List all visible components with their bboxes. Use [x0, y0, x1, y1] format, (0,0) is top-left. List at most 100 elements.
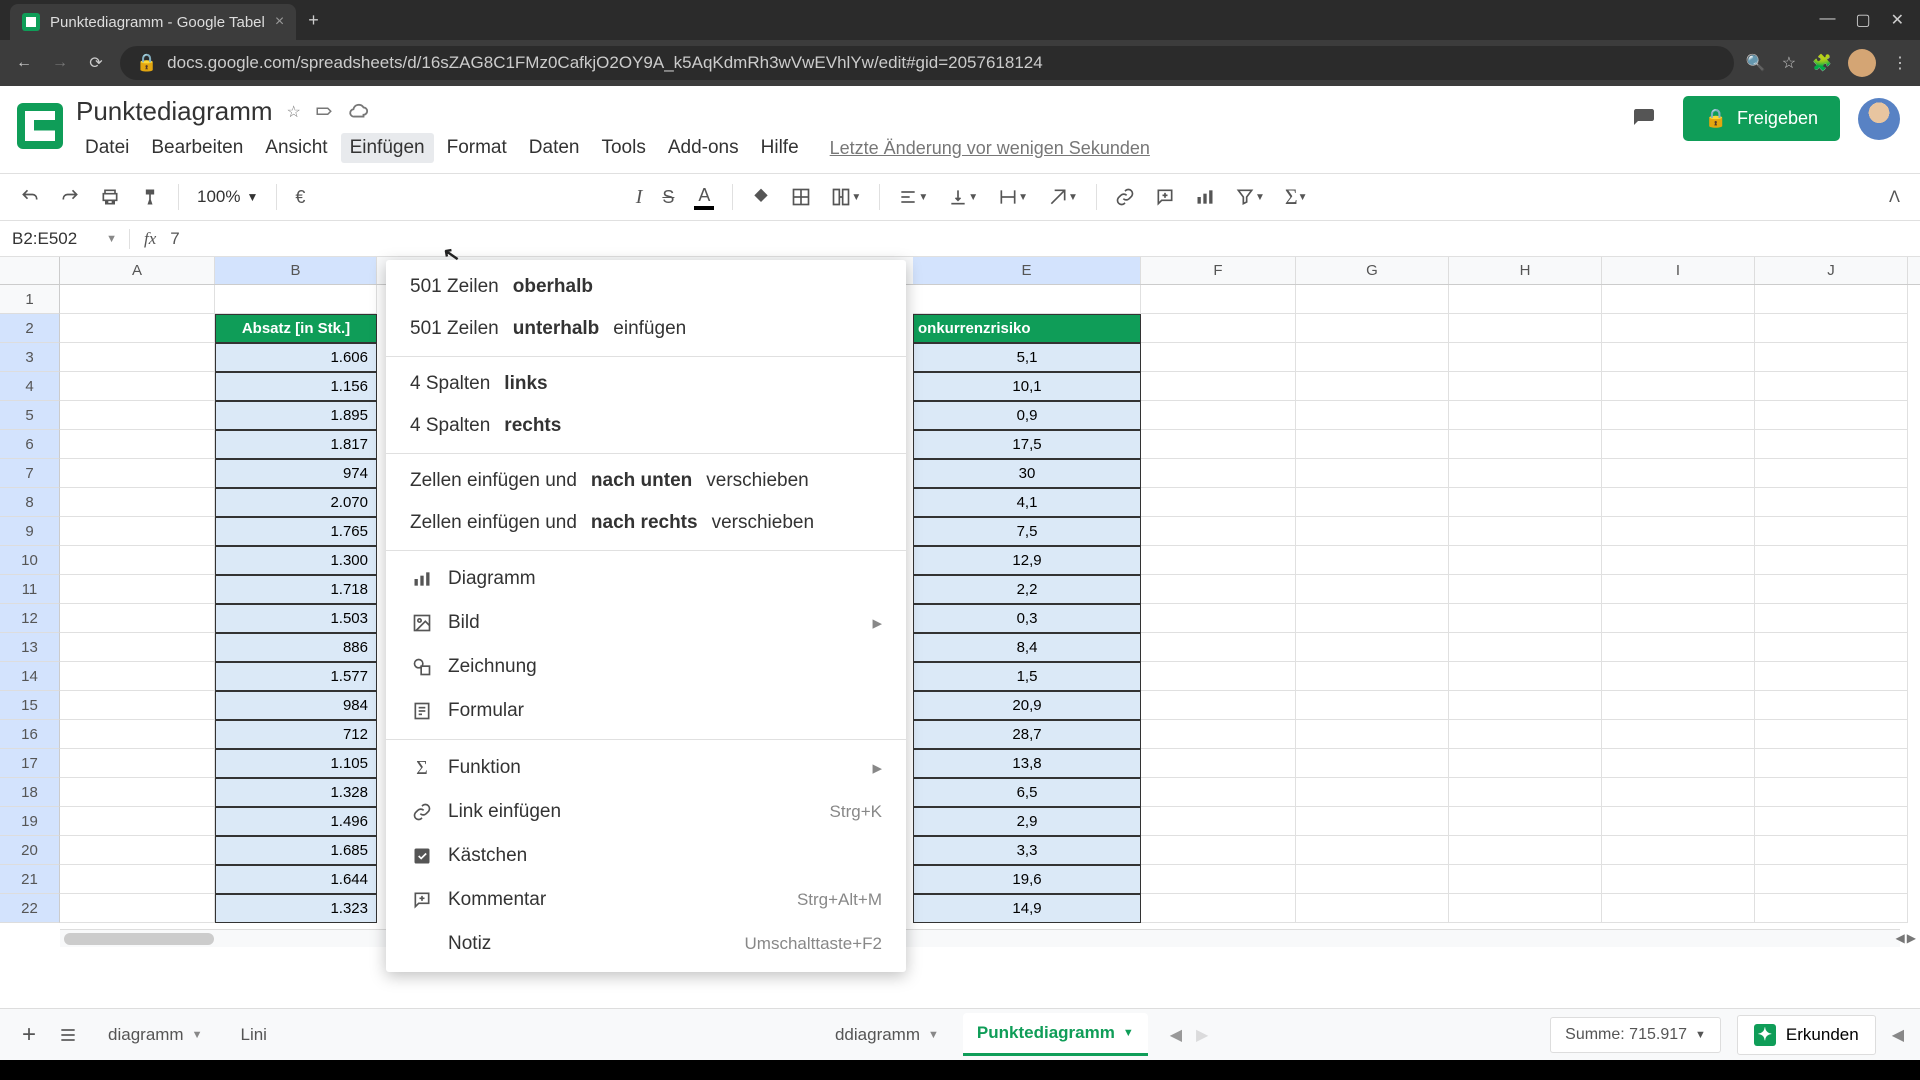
cell[interactable]: [1141, 749, 1296, 778]
cell[interactable]: 10,1: [913, 372, 1141, 401]
filter-icon[interactable]: ▼: [1229, 181, 1271, 213]
cell[interactable]: 0,9: [913, 401, 1141, 430]
cell[interactable]: Absatz [in Stk.]: [215, 314, 377, 343]
cell[interactable]: [1141, 401, 1296, 430]
insert-cells-right[interactable]: Zellen einfügen und nach rechts verschie…: [386, 502, 906, 544]
cell[interactable]: [1602, 662, 1755, 691]
cell[interactable]: 1.718: [215, 575, 377, 604]
cell[interactable]: 1.685: [215, 836, 377, 865]
cell[interactable]: 5,1: [913, 343, 1141, 372]
insert-note[interactable]: NotizUmschalttaste+F2: [386, 922, 906, 966]
sheet-tab-2[interactable]: Lini: [227, 1015, 281, 1055]
cell[interactable]: [1141, 285, 1296, 314]
cell[interactable]: [1296, 314, 1449, 343]
row-header[interactable]: 9: [0, 517, 60, 546]
cell[interactable]: 20,9: [913, 691, 1141, 720]
menu-file[interactable]: Datei: [76, 133, 138, 163]
row-header[interactable]: 2: [0, 314, 60, 343]
cell[interactable]: [1602, 401, 1755, 430]
cell[interactable]: 2,2: [913, 575, 1141, 604]
row-header[interactable]: 8: [0, 488, 60, 517]
cell[interactable]: [1602, 575, 1755, 604]
cell[interactable]: 984: [215, 691, 377, 720]
col-header-a[interactable]: A: [60, 257, 215, 284]
cell[interactable]: [1296, 517, 1449, 546]
cell[interactable]: [1755, 604, 1908, 633]
cell[interactable]: 0,3: [913, 604, 1141, 633]
explore-button[interactable]: ✦Erkunden: [1737, 1015, 1876, 1055]
insert-rows-below[interactable]: 501 Zeilen unterhalb einfügen: [386, 308, 906, 350]
cell[interactable]: [1602, 314, 1755, 343]
cell[interactable]: [1141, 691, 1296, 720]
cell[interactable]: [1755, 778, 1908, 807]
cell[interactable]: 19,6: [913, 865, 1141, 894]
side-panel-toggle[interactable]: ◀: [1892, 1025, 1904, 1045]
cell[interactable]: [1449, 749, 1602, 778]
cell[interactable]: [1449, 401, 1602, 430]
row-header[interactable]: 15: [0, 691, 60, 720]
cell[interactable]: [1141, 633, 1296, 662]
comment-icon[interactable]: [1149, 181, 1181, 213]
paint-format-icon[interactable]: [134, 181, 166, 213]
cell[interactable]: [1602, 720, 1755, 749]
cell[interactable]: [1141, 894, 1296, 923]
cell[interactable]: [1296, 604, 1449, 633]
cell[interactable]: [1755, 372, 1908, 401]
search-addr-icon[interactable]: 🔍: [1746, 53, 1766, 73]
chart-icon[interactable]: [1189, 181, 1221, 213]
cell[interactable]: [1755, 662, 1908, 691]
cell[interactable]: [1296, 285, 1449, 314]
formula-input[interactable]: 7: [170, 229, 179, 249]
cell[interactable]: [1296, 720, 1449, 749]
cell[interactable]: [1296, 575, 1449, 604]
cell[interactable]: 1.323: [215, 894, 377, 923]
italic-icon[interactable]: I: [630, 180, 649, 215]
cell[interactable]: 1.156: [215, 372, 377, 401]
collapse-toolbar-icon[interactable]: ᐱ: [1883, 181, 1906, 213]
horizontal-scrollbar[interactable]: [60, 929, 1900, 947]
row-header[interactable]: 19: [0, 807, 60, 836]
cell[interactable]: [1449, 459, 1602, 488]
cell[interactable]: 1.817: [215, 430, 377, 459]
cells-area[interactable]: Absatz [in Stk.]onkurrenzrisiko1.6065,11…: [60, 285, 1920, 973]
cell[interactable]: [1141, 865, 1296, 894]
row-header[interactable]: 20: [0, 836, 60, 865]
wrap-icon[interactable]: ▼: [992, 181, 1034, 213]
cell[interactable]: 17,5: [913, 430, 1141, 459]
cell[interactable]: 4,1: [913, 488, 1141, 517]
cell[interactable]: [1449, 546, 1602, 575]
borders-icon[interactable]: [785, 181, 817, 213]
cell[interactable]: [1296, 836, 1449, 865]
row-header[interactable]: 14: [0, 662, 60, 691]
cell[interactable]: [1449, 720, 1602, 749]
tab-prev-icon[interactable]: ◀: [1170, 1025, 1182, 1045]
sheet-tab-3[interactable]: ddiagramm▼: [821, 1015, 953, 1055]
cell[interactable]: [1602, 691, 1755, 720]
cell[interactable]: [1296, 488, 1449, 517]
cell[interactable]: [1449, 285, 1602, 314]
col-header-e[interactable]: E: [913, 257, 1141, 284]
maximize-icon[interactable]: ▢: [1855, 10, 1870, 30]
comments-icon[interactable]: [1623, 98, 1665, 140]
close-window-icon[interactable]: ✕: [1891, 10, 1904, 30]
menu-view[interactable]: Ansicht: [256, 133, 336, 163]
col-header-g[interactable]: G: [1296, 257, 1449, 284]
cell[interactable]: [1449, 430, 1602, 459]
cell[interactable]: [1755, 430, 1908, 459]
cell[interactable]: 1.644: [215, 865, 377, 894]
cell[interactable]: [1449, 778, 1602, 807]
cell[interactable]: [1296, 459, 1449, 488]
sheet-tab-1[interactable]: diagramm▼: [94, 1015, 216, 1055]
cell[interactable]: [1141, 517, 1296, 546]
cell[interactable]: [1141, 459, 1296, 488]
insert-rows-above[interactable]: 501 Zeilen oberhalb: [386, 266, 906, 308]
cell[interactable]: [1755, 749, 1908, 778]
cell[interactable]: [1755, 575, 1908, 604]
cell[interactable]: [1449, 691, 1602, 720]
cell[interactable]: [1296, 546, 1449, 575]
browser-avatar[interactable]: [1848, 49, 1876, 77]
insert-link[interactable]: Link einfügenStrg+K: [386, 790, 906, 834]
cell[interactable]: [1141, 720, 1296, 749]
menu-insert[interactable]: Einfügen: [341, 133, 434, 163]
cell[interactable]: 6,5: [913, 778, 1141, 807]
